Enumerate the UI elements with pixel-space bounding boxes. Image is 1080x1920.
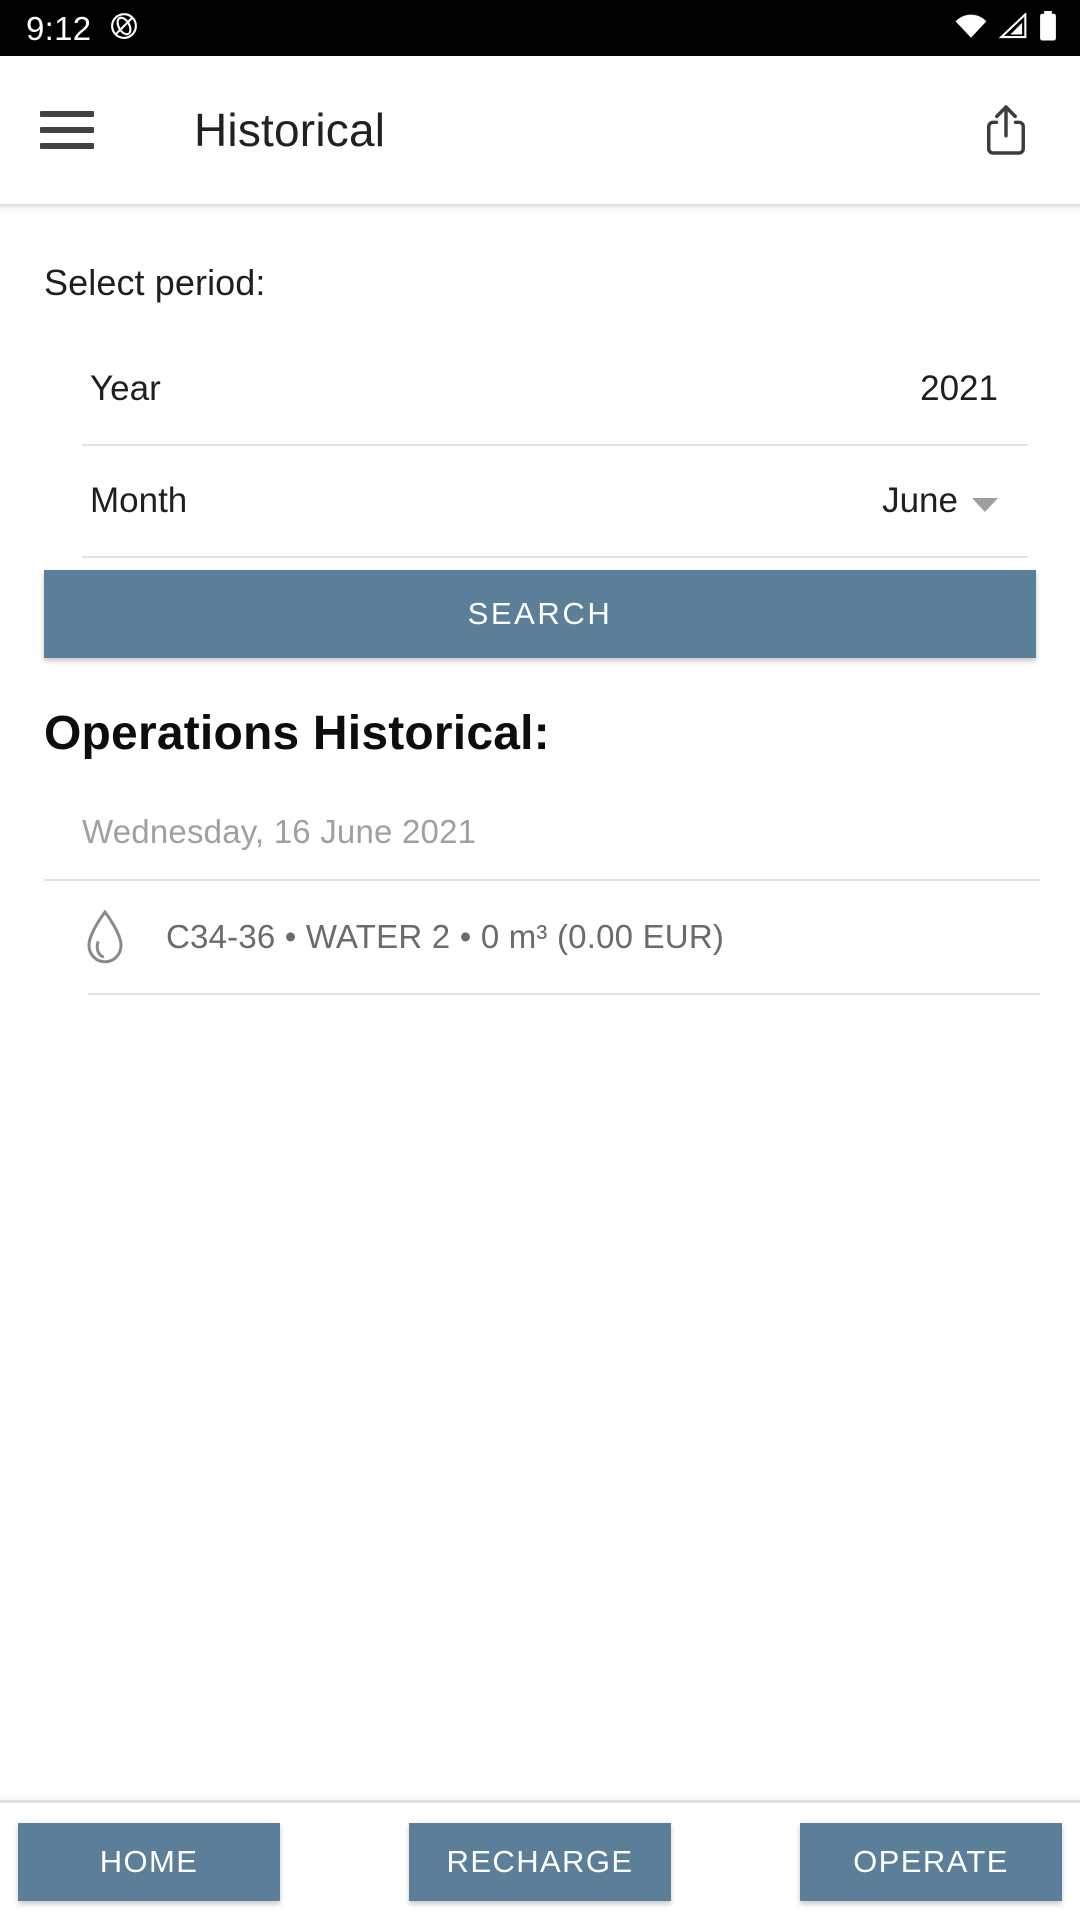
wifi-icon (954, 13, 988, 44)
bottom-navigation: HOME RECHARGE OPERATE (0, 1803, 1080, 1920)
list-divider (88, 993, 1040, 995)
water-drop-icon (78, 907, 132, 967)
cellular-signal-icon (998, 11, 1028, 44)
list-item-label: C34-36 • WATER 2 • 0 m³ (0.00 EUR) (166, 918, 725, 955)
year-value: 2021 (920, 369, 998, 409)
search-button[interactable]: SEARCH (44, 570, 1036, 658)
year-value-text: 2021 (920, 369, 998, 408)
battery-icon (1038, 10, 1058, 46)
app-bar: Historical (0, 56, 1080, 204)
privacy-indicator-icon (109, 11, 139, 46)
main-content: Select period: Year 2021 Month June SEAR… (0, 214, 1080, 1800)
form-divider (82, 556, 1028, 558)
status-bar-clock: 9:12 (26, 9, 92, 47)
nav-button-operate[interactable]: OPERATE (800, 1822, 1062, 1901)
page-title: Historical (194, 104, 386, 156)
month-label: Month (90, 481, 188, 520)
app-root: 9:12 Historical Select period: Year 2021… (0, 0, 1080, 1920)
year-row[interactable]: Year 2021 (44, 334, 1036, 444)
select-period-label: Select period: (44, 262, 266, 303)
period-form: Year 2021 Month June (0, 334, 1080, 558)
results-section-title: Operations Historical: (44, 707, 550, 760)
month-value-text: June (882, 481, 958, 520)
hamburger-line (40, 111, 94, 117)
app-bar-shadow (0, 204, 1080, 214)
share-icon[interactable] (976, 100, 1036, 160)
nav-button-home[interactable]: HOME (18, 1822, 280, 1901)
chevron-down-icon[interactable] (972, 498, 998, 512)
hamburger-menu-icon[interactable] (40, 111, 94, 149)
month-value: June (882, 481, 998, 521)
hamburger-line (40, 143, 94, 149)
list-item[interactable]: C34-36 • WATER 2 • 0 m³ (0.00 EUR) (0, 881, 1080, 993)
status-bar-right (954, 10, 1058, 46)
results-group: Wednesday, 16 June 2021 C34-36 • WATER 2… (0, 761, 1080, 995)
year-label: Year (90, 369, 161, 408)
month-row[interactable]: Month June (44, 446, 1036, 556)
search-button-container: SEARCH (0, 570, 1080, 658)
status-bar-left: 9:12 (26, 11, 139, 46)
results-date-header: Wednesday, 16 June 2021 (82, 813, 477, 850)
nav-button-recharge[interactable]: RECHARGE (409, 1822, 671, 1901)
status-bar: 9:12 (0, 0, 1080, 56)
hamburger-line (40, 127, 94, 133)
